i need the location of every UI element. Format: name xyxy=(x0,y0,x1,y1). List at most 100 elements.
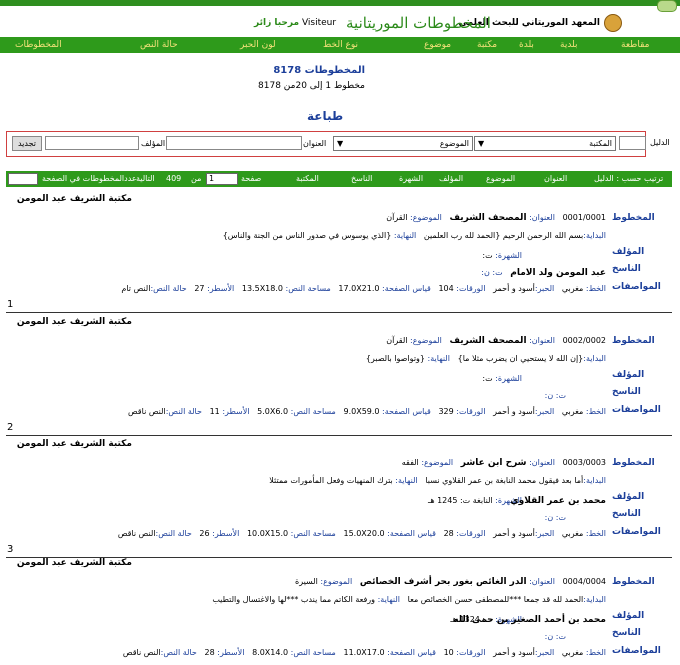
record-copyist-row: ت: ن: xyxy=(545,513,606,522)
label-author: المؤلف xyxy=(612,247,645,257)
nav-item[interactable]: لون الحبر xyxy=(240,40,276,50)
label-specs: المواصفات xyxy=(612,527,661,537)
text-area-key: مساحة النص: xyxy=(285,284,331,293)
record-script: مغربي xyxy=(561,284,584,293)
record-copyist-row: عبد المومن ولد الامام ت: ن: xyxy=(481,268,606,278)
record-end: ورفعة الكاتم مما يندب ***لها والاغتسال و… xyxy=(212,595,376,604)
papers-key: الورقات: xyxy=(456,529,486,538)
title-label: العنوان xyxy=(303,139,327,148)
record-end: {وتواصوا بالصبر} xyxy=(365,354,425,363)
label-copyist: الناسخ xyxy=(612,628,641,638)
sort-title[interactable]: العنوان xyxy=(544,174,567,183)
guide-label: الدليل xyxy=(650,138,670,147)
guide-input[interactable] xyxy=(619,136,646,150)
record-text-area: 10.0X15.0 xyxy=(246,529,289,538)
record-papers: 28 xyxy=(443,529,454,538)
record-code: 0004/0004 xyxy=(562,577,606,586)
record-ink: أسود و أحمر xyxy=(493,529,535,538)
record-subject: القرآن xyxy=(386,336,408,345)
per-page-label: عددالمخطوطات في الصفحة xyxy=(42,174,137,183)
label-specs: المواصفات xyxy=(612,282,661,292)
fame-key: الشهرة: xyxy=(495,374,522,383)
record-page-size: 17.0X21.0 xyxy=(338,284,380,293)
author-label: المؤلف xyxy=(141,139,166,148)
state-key: حالة النص: xyxy=(150,284,187,293)
sort-by-guide[interactable]: ترتيب حسب : الدليل xyxy=(594,174,663,183)
institute-logo-icon xyxy=(604,14,622,32)
start-key: البداية: xyxy=(583,354,606,363)
record-specs-row: الخط: مغربي الحبر:أسود و أحمر الورقات: 2… xyxy=(118,529,606,538)
lines-key: الأسطر: xyxy=(212,529,240,538)
record-title-row: 0004/0004 العنوان: الدر الغائص بغور بحر … xyxy=(295,577,606,587)
record-title[interactable]: المصحف الشريف xyxy=(450,213,527,223)
subject-select[interactable]: ▼ الموضوع xyxy=(333,136,473,151)
end-key: النهاية: xyxy=(427,354,450,363)
record-title-row: 0003/0003 العنوان: شرح ابن عاشر الموضوع:… xyxy=(402,458,606,468)
record-copyist-row: ت: ن: xyxy=(545,391,606,400)
sort-author[interactable]: المؤلف xyxy=(439,174,463,183)
papers-key: الورقات: xyxy=(456,407,486,416)
record-script: مغربي xyxy=(561,648,584,657)
record-ink: أسود و أحمر xyxy=(493,648,535,657)
record-start: أما بعد فيقول محمد النابغة بن عمر القلاو… xyxy=(425,476,584,485)
record-code: 0002/0002 xyxy=(562,336,606,345)
record-papers: 104 xyxy=(438,284,454,293)
page-input[interactable]: 1 xyxy=(206,173,238,185)
page-size-key: قياس الصفحة: xyxy=(387,529,436,538)
script-key: الخط: xyxy=(585,284,606,293)
nav-item[interactable]: نوع الخط xyxy=(323,40,358,50)
record-copyist-date: ت: ن: xyxy=(544,513,566,522)
sort-pager-bar: ترتيب حسب : الدليل العنوان الموضوع المؤل… xyxy=(6,171,672,187)
record-library: مكتبة الشريف عبد المومن xyxy=(16,558,132,568)
record-start: {إن الله لا يستحيي ان يضرب مثلا ما} xyxy=(457,354,584,363)
per-page-input[interactable] xyxy=(8,173,38,185)
nav-item[interactable]: بلدة xyxy=(519,40,534,50)
library-select[interactable]: ▼ المكتبة xyxy=(474,136,616,151)
record-title[interactable]: الدر الغائص بغور بحر أشرف الخصائص xyxy=(360,577,527,587)
record-state: النص ناقص xyxy=(122,648,161,657)
nav-item[interactable]: مكتبة xyxy=(477,40,497,50)
record-text-area: 5.0X6.0 xyxy=(257,407,289,416)
record-fame: النابغة xyxy=(472,496,493,505)
state-key: حالة النص: xyxy=(165,407,202,416)
label-manuscript: المخطوط xyxy=(612,577,655,587)
record-copyist[interactable]: عبد المومن ولد الامام xyxy=(510,268,606,278)
site-header: المعهد الموريتاني للبحث العلمي المخطوطات… xyxy=(0,12,680,36)
record-fame-row: الشهرة: النابغة ت: 1245 هـ xyxy=(428,496,522,505)
record-title[interactable]: المصحف الشريف xyxy=(450,336,527,346)
visitor-name: Visiteur xyxy=(301,18,337,28)
record-code: 0001/0001 xyxy=(562,213,606,222)
renew-button[interactable]: تجديد xyxy=(12,136,42,151)
record-author[interactable]: محمد بن عمر القلاوي xyxy=(510,496,606,506)
result-count: المخطوطات 8178 مخطوط 1 إلى 20من 8178 xyxy=(258,65,365,91)
record-library: مكتبة الشريف عبد المومن xyxy=(16,439,132,449)
nav-item[interactable]: موضوع xyxy=(424,40,451,50)
record-fame-date: ت: 1245 هـ xyxy=(427,496,471,505)
label-specs: المواصفات xyxy=(612,646,661,656)
record-script: مغربي xyxy=(561,407,584,416)
print-link[interactable]: طباعة xyxy=(307,109,343,123)
label-copyist: الناسخ xyxy=(612,509,641,519)
record-fame-row: الشهرة: ت: xyxy=(482,251,522,260)
author-input[interactable] xyxy=(45,136,139,150)
state-key: حالة النص: xyxy=(160,648,197,657)
nav-item[interactable]: المخطوطات xyxy=(15,40,62,50)
sort-fame[interactable]: الشهرة xyxy=(399,174,423,183)
window-pill-icon xyxy=(657,0,677,12)
title-input[interactable] xyxy=(166,136,302,150)
nav-item[interactable]: مقاطعة xyxy=(621,40,649,50)
sort-library[interactable]: المكتبة xyxy=(296,174,319,183)
sort-copyist[interactable]: الناسخ xyxy=(351,174,372,183)
record-author[interactable]: محمد بن أحمد الصغير بن حمى الله xyxy=(453,615,606,625)
record-lines: 28 xyxy=(204,648,215,657)
nav-item[interactable]: بلدية xyxy=(560,40,578,50)
label-manuscript: المخطوط xyxy=(612,458,655,468)
papers-key: الورقات: xyxy=(456,648,486,657)
record-title[interactable]: شرح ابن عاشر xyxy=(461,458,527,468)
text-area-key: مساحة النص: xyxy=(290,648,336,657)
sort-subject[interactable]: الموضوع xyxy=(486,174,515,183)
count-title: المخطوطات 8178 xyxy=(273,65,365,76)
next-link[interactable]: التالية xyxy=(136,174,155,183)
top-strip xyxy=(0,0,680,12)
nav-item[interactable]: حالة النص xyxy=(140,40,178,50)
